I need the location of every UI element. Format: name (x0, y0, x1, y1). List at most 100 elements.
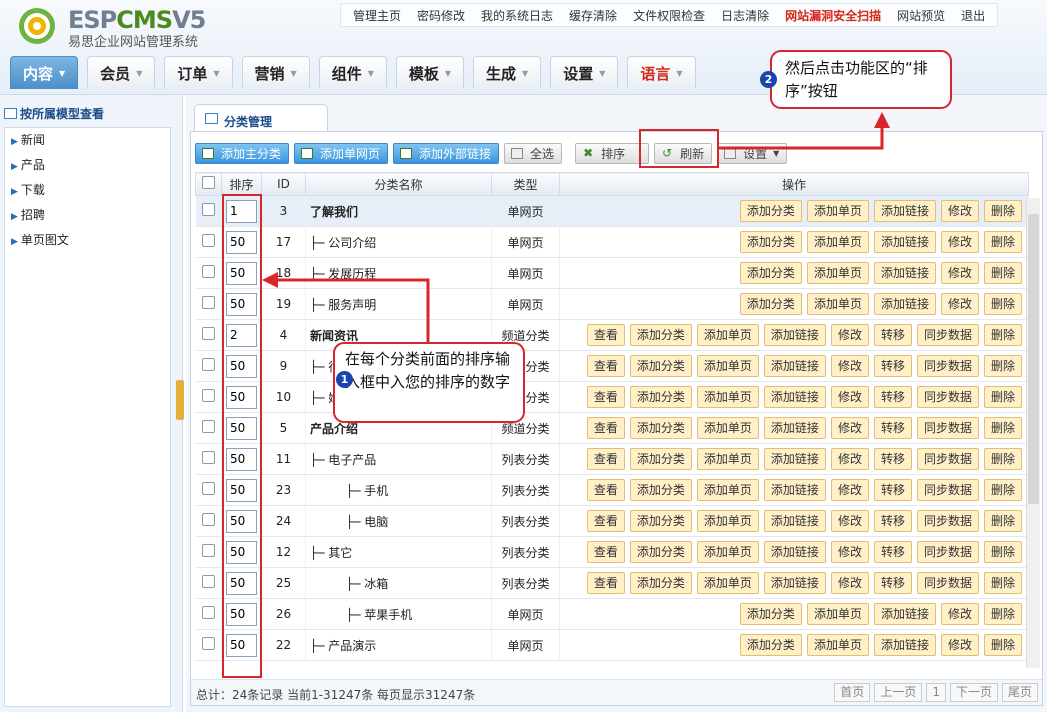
add-main-category-button[interactable]: 添加主分类 (195, 142, 290, 164)
action-button[interactable]: 查看 (586, 448, 625, 470)
action-button[interactable]: 添加链接 (763, 448, 826, 470)
sidebar-item-pages[interactable]: ▶ 单页图文 (5, 228, 170, 253)
nav-tab-settings[interactable]: 设置 ▼ (550, 56, 619, 89)
action-button[interactable]: 查看 (586, 510, 625, 532)
next-page-button[interactable]: 下一页 (949, 683, 998, 702)
action-button[interactable]: 修改 (830, 386, 869, 408)
tab-category-management[interactable]: 分类管理 (194, 104, 328, 131)
row-checkbox[interactable] (195, 381, 222, 413)
action-button[interactable]: 转移 (873, 479, 912, 501)
action-button[interactable]: 修改 (940, 231, 979, 253)
category-type[interactable]: 单网页 (491, 629, 560, 661)
nav-tab-components[interactable]: 组件 ▼ (318, 56, 387, 89)
category-type[interactable]: 单网页 (491, 257, 560, 289)
action-button[interactable]: 添加链接 (873, 200, 936, 222)
action-button[interactable]: 同步数据 (916, 417, 979, 439)
header-select-all-checkbox[interactable] (195, 172, 222, 196)
sidebar-item-news[interactable]: ▶ 新闻 (5, 128, 170, 153)
row-checkbox[interactable] (195, 350, 222, 382)
action-button[interactable]: 删除 (983, 572, 1022, 594)
row-checkbox[interactable] (195, 319, 222, 351)
row-checkbox[interactable] (195, 288, 222, 320)
action-button[interactable]: 查看 (586, 324, 625, 346)
action-button[interactable]: 添加单页 (696, 324, 759, 346)
action-button[interactable]: 查看 (586, 479, 625, 501)
action-button[interactable]: 查看 (586, 572, 625, 594)
topnav-log[interactable]: 我的系统日志 (473, 7, 561, 24)
row-checkbox[interactable] (195, 629, 222, 661)
action-button[interactable]: 修改 (830, 355, 869, 377)
action-button[interactable]: 添加分类 (629, 541, 692, 563)
action-button[interactable]: 添加链接 (763, 417, 826, 439)
action-button[interactable]: 转移 (873, 541, 912, 563)
action-button[interactable]: 添加单页 (696, 448, 759, 470)
action-button[interactable]: 添加链接 (763, 355, 826, 377)
sidebar-item-products[interactable]: ▶ 产品 (5, 153, 170, 178)
action-button[interactable]: 修改 (830, 448, 869, 470)
row-checkbox[interactable] (195, 598, 222, 630)
action-button[interactable]: 修改 (830, 324, 869, 346)
action-button[interactable]: 转移 (873, 417, 912, 439)
sidebar-toggle-handle[interactable] (176, 380, 184, 420)
action-button[interactable]: 删除 (983, 324, 1022, 346)
action-button[interactable]: 修改 (830, 541, 869, 563)
action-button[interactable]: 添加链接 (763, 541, 826, 563)
prev-page-button[interactable]: 上一页 (874, 683, 923, 702)
topnav-security-scan[interactable]: 网站漏洞安全扫描 (777, 7, 889, 24)
action-button[interactable]: 删除 (983, 603, 1022, 625)
action-button[interactable]: 修改 (940, 262, 979, 284)
action-button[interactable]: 删除 (983, 510, 1022, 532)
action-button[interactable]: 查看 (586, 417, 625, 439)
action-button[interactable]: 添加链接 (873, 262, 936, 284)
row-checkbox[interactable] (195, 226, 222, 258)
action-button[interactable]: 删除 (983, 355, 1022, 377)
nav-tab-language[interactable]: 语言 ▼ (627, 56, 696, 89)
action-button[interactable]: 修改 (830, 479, 869, 501)
action-button[interactable]: 转移 (873, 572, 912, 594)
action-button[interactable]: 添加链接 (873, 231, 936, 253)
nav-tab-order[interactable]: 订单 ▼ (164, 56, 233, 89)
action-button[interactable]: 添加链接 (873, 603, 936, 625)
action-button[interactable]: 同步数据 (916, 355, 979, 377)
action-button[interactable]: 添加分类 (739, 634, 802, 656)
action-button[interactable]: 添加链接 (763, 572, 826, 594)
action-button[interactable]: 删除 (983, 634, 1022, 656)
page-number-button[interactable]: 1 (926, 683, 946, 702)
action-button[interactable]: 修改 (830, 572, 869, 594)
action-button[interactable]: 修改 (940, 200, 979, 222)
row-checkbox[interactable] (195, 412, 222, 444)
action-button[interactable]: 添加分类 (739, 200, 802, 222)
action-button[interactable]: 添加分类 (739, 231, 802, 253)
action-button[interactable]: 删除 (983, 231, 1022, 253)
action-button[interactable]: 添加单页 (806, 293, 869, 315)
action-button[interactable]: 删除 (983, 448, 1022, 470)
action-button[interactable]: 添加分类 (739, 603, 802, 625)
action-button[interactable]: 添加单页 (806, 262, 869, 284)
action-button[interactable]: 转移 (873, 448, 912, 470)
nav-tab-marketing[interactable]: 营销 ▼ (241, 56, 310, 89)
action-button[interactable]: 查看 (586, 541, 625, 563)
action-button[interactable]: 添加分类 (629, 324, 692, 346)
vertical-scrollbar[interactable] (1026, 198, 1040, 668)
action-button[interactable]: 同步数据 (916, 324, 979, 346)
topnav-file-check[interactable]: 文件权限检查 (625, 7, 713, 24)
header-sort[interactable]: 排序 (221, 172, 262, 196)
action-button[interactable]: 转移 (873, 386, 912, 408)
action-button[interactable]: 添加分类 (629, 510, 692, 532)
action-button[interactable]: 添加链接 (763, 510, 826, 532)
sidebar-item-jobs[interactable]: ▶ 招聘 (5, 203, 170, 228)
action-button[interactable]: 添加单页 (696, 355, 759, 377)
row-checkbox[interactable] (195, 474, 222, 506)
action-button[interactable]: 删除 (983, 479, 1022, 501)
action-button[interactable]: 转移 (873, 324, 912, 346)
action-button[interactable]: 添加分类 (629, 386, 692, 408)
action-button[interactable]: 添加单页 (806, 634, 869, 656)
action-button[interactable]: 添加链接 (763, 479, 826, 501)
nav-tab-member[interactable]: 会员 ▼ (87, 56, 156, 89)
action-button[interactable]: 删除 (983, 262, 1022, 284)
action-button[interactable]: 添加单页 (696, 572, 759, 594)
action-button[interactable]: 删除 (983, 541, 1022, 563)
action-button[interactable]: 添加分类 (629, 355, 692, 377)
action-button[interactable]: 同步数据 (916, 510, 979, 532)
action-button[interactable]: 修改 (830, 510, 869, 532)
